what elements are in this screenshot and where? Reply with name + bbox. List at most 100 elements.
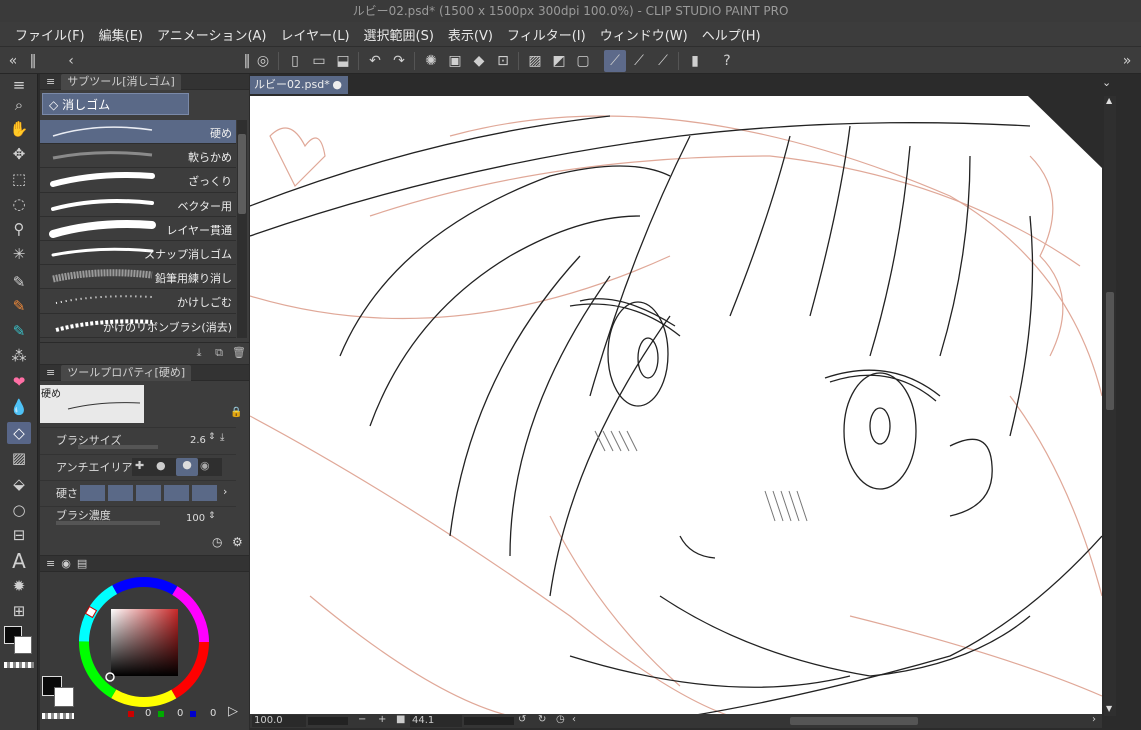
menu-help[interactable]: ヘルプ(H) (695, 25, 768, 44)
scroll-down-icon[interactable]: ▼ (1106, 704, 1112, 713)
undo-icon[interactable]: ↶ (364, 50, 386, 72)
subtool-scrollbar[interactable] (237, 120, 247, 338)
fill-tool-icon[interactable]: ⬙ (7, 473, 31, 495)
subtool-item[interactable]: ざっくり (40, 168, 236, 193)
lasso-tool-icon[interactable]: ◌ (7, 193, 31, 215)
move-tool-icon[interactable]: ✥ (7, 143, 31, 165)
drawing-canvas[interactable] (250, 96, 1102, 716)
color-wheel-tab-icon[interactable]: ◉ (61, 556, 71, 572)
panel-menu-icon[interactable]: ≡ (46, 365, 55, 381)
subtool-item[interactable]: スナップ消しゴム (40, 240, 236, 266)
zoom-out-icon[interactable]: − (358, 714, 366, 725)
reset-icon[interactable]: ◷ (212, 535, 222, 549)
lock-icon[interactable]: 🔒 (230, 407, 242, 418)
brush-size-slider[interactable] (78, 445, 158, 449)
antialias-weak-icon[interactable]: ● (156, 459, 166, 472)
menu-edit[interactable]: 編集(E) (92, 25, 150, 44)
hardness-selector[interactable] (80, 485, 218, 501)
eyedropper-tool-icon[interactable]: ⚲ (7, 218, 31, 240)
panel-toggle-icon[interactable]: ‖ (22, 50, 44, 72)
frame-tool-icon[interactable]: ⊟ (7, 524, 31, 546)
airbrush-tool-icon[interactable]: ⁂ (7, 345, 31, 367)
sub-color-swatch[interactable] (14, 636, 32, 654)
help-icon[interactable]: ? (716, 50, 738, 72)
blend-tool-icon[interactable]: 💧 (7, 396, 31, 418)
snap-special-ruler-icon[interactable]: ⟋ (628, 50, 650, 72)
chevron-left-icon[interactable]: ‹ (60, 50, 82, 72)
zoom-field[interactable]: 100.0 (252, 715, 306, 727)
antialias-none-icon[interactable]: ✚ (135, 459, 144, 472)
density-value[interactable]: 100 (186, 513, 205, 524)
balloon-tool-icon[interactable]: ✹ (7, 575, 31, 597)
panel-menu-icon[interactable]: ≡ (46, 74, 55, 90)
antialias-strong-icon[interactable]: ◉ (200, 459, 210, 472)
clear-selection-icon[interactable]: ▣ (444, 50, 466, 72)
decoration-tool-icon[interactable]: ❤ (7, 371, 31, 393)
transparent-color-swatch[interactable] (4, 662, 34, 668)
subtool-group-eraser[interactable]: ◇ 消しゴム (42, 93, 189, 115)
blue-value[interactable]: 0 (210, 708, 216, 719)
tablet-icon[interactable]: ▮ (684, 50, 706, 72)
horizontal-scroll-thumb[interactable] (790, 717, 918, 725)
tab-list-icon[interactable]: ⌄ (1102, 76, 1111, 89)
duplicate-subtool-icon[interactable]: ⧉ (212, 346, 226, 360)
open-file-icon[interactable]: ▭ (308, 50, 330, 72)
subtool-item[interactable]: 硬め (40, 120, 236, 145)
collapse-right-icon[interactable]: » (1116, 50, 1138, 72)
snap-grid-icon[interactable]: ⟋ (652, 50, 674, 72)
subtool-item[interactable]: かけのリボンブラシ(消去) (40, 313, 236, 338)
size-preset-icon[interactable]: ⤓ (220, 432, 224, 443)
redo-icon[interactable]: ↷ (388, 50, 410, 72)
rotation-slider[interactable] (464, 717, 514, 725)
subtool-item[interactable]: かけしごむ (40, 289, 236, 314)
menu-layer[interactable]: レイヤー(L) (274, 25, 357, 44)
import-subtool-icon[interactable]: ⤓ (192, 346, 206, 360)
operation-tool-icon[interactable]: ⬚ (7, 168, 31, 190)
brush-tool-icon[interactable]: ✎ (7, 320, 31, 342)
menu-animation[interactable]: アニメーション(A) (150, 25, 274, 44)
collapse-left-icon[interactable]: « (2, 50, 24, 72)
tool-property-title[interactable]: ツールプロパティ[硬め] (61, 364, 192, 381)
subtool-item[interactable]: ベクター用 (40, 192, 236, 217)
snap-ruler-icon[interactable]: ⟋ (604, 50, 626, 72)
stepper-icon[interactable]: ⇕ (208, 432, 216, 442)
density-slider[interactable] (56, 521, 160, 525)
pen-tool-icon[interactable]: ✎ (7, 271, 31, 293)
play-icon[interactable]: ▷ (228, 704, 238, 719)
red-value[interactable]: 0 (145, 708, 151, 719)
canvas-vertical-scrollbar[interactable]: ▲ ▼ (1104, 96, 1116, 716)
gradient-tool-icon[interactable]: ▨ (7, 447, 31, 469)
menu-window[interactable]: ウィンドウ(W) (593, 25, 695, 44)
menu-view[interactable]: 表示(V) (441, 25, 500, 44)
ruler-tool-icon[interactable]: ⊞ (7, 600, 31, 622)
hide-outside-icon[interactable]: ▨ (524, 50, 546, 72)
zoom-slider[interactable] (308, 717, 348, 725)
new-file-icon[interactable]: ▯ (284, 50, 306, 72)
scroll-left-icon[interactable]: ‹ (572, 714, 576, 725)
deselect-icon[interactable]: ▢ (572, 50, 594, 72)
delete-subtool-icon[interactable]: 🗑 (232, 346, 246, 360)
stepper-icon[interactable]: ⇕ (208, 511, 216, 521)
subtool-item[interactable]: 鉛筆用練り消し (40, 265, 236, 290)
sub-color-chip[interactable] (54, 687, 74, 707)
subtool-item[interactable]: 軟らかめ (40, 144, 236, 169)
zoom-tool-icon[interactable]: ⌕ (7, 94, 31, 116)
antialias-medium-icon[interactable]: ● (176, 458, 198, 476)
document-tab[interactable]: ルビー02.psd* ● (250, 76, 348, 94)
clip-studio-icon[interactable]: ◎ (252, 50, 274, 72)
zoom-in-icon[interactable]: + (378, 714, 386, 725)
menu-filter[interactable]: フィルター(I) (500, 25, 593, 44)
menu-selection[interactable]: 選択範囲(S) (357, 25, 441, 44)
rotate-right-icon[interactable]: ↻ (538, 714, 546, 725)
loading-icon[interactable]: ✺ (420, 50, 442, 72)
tab-close-icon[interactable]: ● (332, 76, 342, 94)
transparent-chip[interactable] (42, 713, 74, 719)
brush-size-value[interactable]: 2.6 (190, 435, 206, 446)
settings-icon[interactable]: ⚙ (232, 535, 243, 549)
fill-icon[interactable]: ◆ (468, 50, 490, 72)
magic-wand-tool-icon[interactable]: ✳ (7, 243, 31, 265)
rotate-left-icon[interactable]: ↺ (518, 714, 526, 725)
panel-menu-icon[interactable]: ≡ (46, 556, 55, 572)
subtool-panel-title[interactable]: サブツール[消しゴム] (61, 73, 181, 90)
fit-icon[interactable]: ■ (396, 714, 405, 725)
